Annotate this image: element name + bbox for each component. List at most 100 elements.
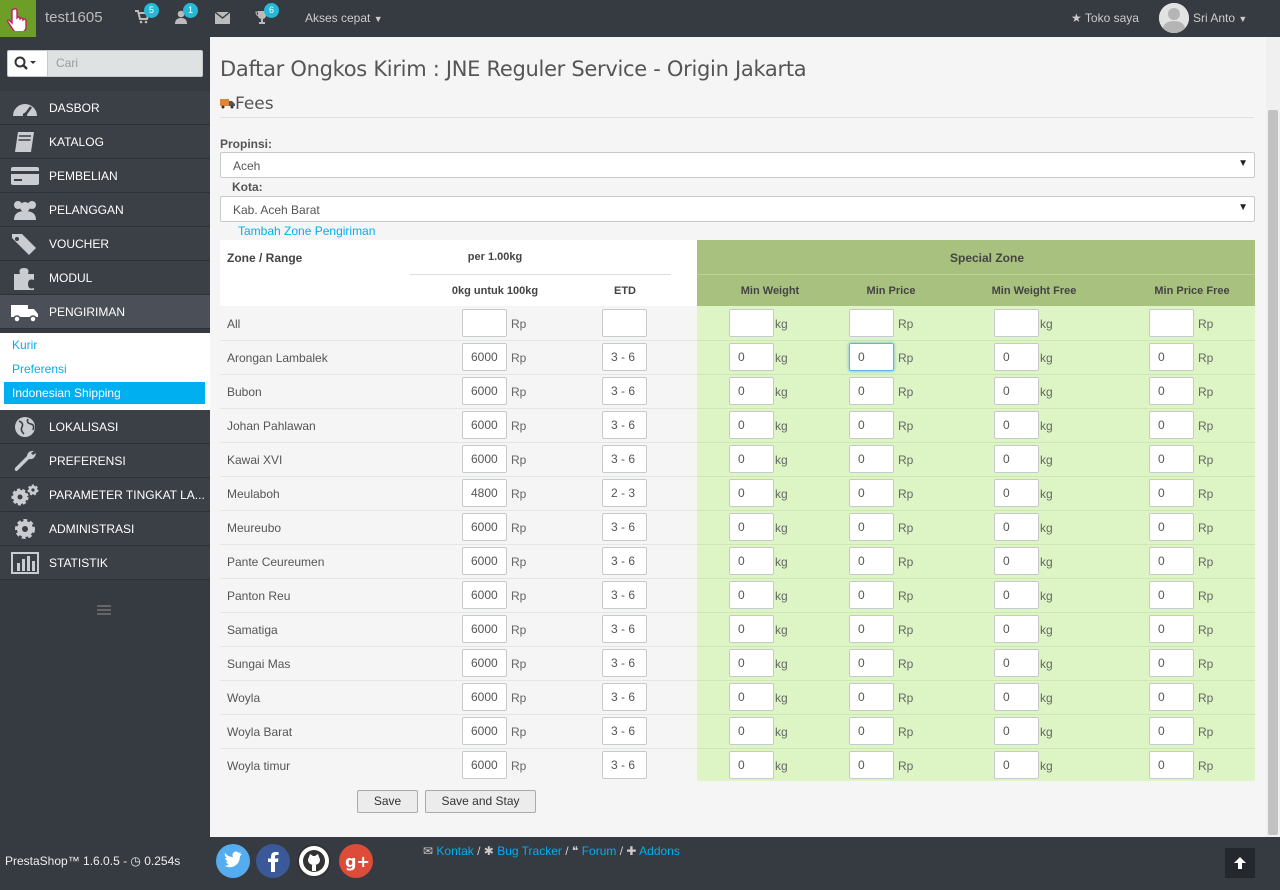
- min-weight-free-input[interactable]: 0: [994, 411, 1039, 439]
- my-shop-link[interactable]: ★ Toko saya: [1071, 11, 1139, 25]
- menu-item-stats[interactable]: STATISTIK: [0, 546, 210, 580]
- etd-input[interactable]: 3 - 6: [602, 717, 647, 745]
- menu-item-orders[interactable]: PEMBELIAN: [0, 159, 210, 193]
- etd-input[interactable]: 3 - 6: [602, 411, 647, 439]
- price-input[interactable]: 4800: [462, 479, 507, 507]
- min-weight-free-input[interactable]: 0: [994, 479, 1039, 507]
- min-price-input[interactable]: 0: [849, 547, 894, 575]
- min-price-free-input[interactable]: 0: [1149, 445, 1194, 473]
- min-price-input[interactable]: 0: [849, 717, 894, 745]
- min-weight-input[interactable]: 0: [729, 513, 774, 541]
- submenu-preferences[interactable]: Preferensi: [4, 358, 205, 380]
- min-weight-free-input[interactable]: 0: [994, 445, 1039, 473]
- price-input[interactable]: 6000: [462, 445, 507, 473]
- min-weight-input[interactable]: 0: [729, 581, 774, 609]
- min-weight-input[interactable]: 0: [729, 547, 774, 575]
- min-price-free-input[interactable]: 0: [1149, 751, 1194, 779]
- min-weight-free-input[interactable]: 0: [994, 377, 1039, 405]
- etd-input[interactable]: [602, 309, 647, 337]
- min-weight-free-input[interactable]: 0: [994, 751, 1039, 779]
- quick-access-menu[interactable]: Akses cepat ▼: [305, 11, 383, 25]
- submenu-indonesian-shipping[interactable]: Indonesian Shipping: [4, 382, 205, 404]
- google-plus-icon[interactable]: g+: [339, 844, 373, 878]
- min-weight-free-input[interactable]: 0: [994, 717, 1039, 745]
- facebook-icon[interactable]: [256, 844, 290, 878]
- min-price-free-input[interactable]: 0: [1149, 649, 1194, 677]
- etd-input[interactable]: 3 - 6: [602, 581, 647, 609]
- min-price-input[interactable]: 0: [849, 479, 894, 507]
- menu-item-localization[interactable]: LOKALISASI: [0, 410, 210, 444]
- price-input[interactable]: 6000: [462, 717, 507, 745]
- min-price-input[interactable]: 0: [849, 649, 894, 677]
- min-weight-input[interactable]: 0: [729, 683, 774, 711]
- min-price-free-input[interactable]: 0: [1149, 615, 1194, 643]
- min-weight-free-input[interactable]: 0: [994, 649, 1039, 677]
- price-input[interactable]: 6000: [462, 343, 507, 371]
- menu-item-administration[interactable]: ADMINISTRASI: [0, 512, 210, 546]
- user-icon[interactable]: 1: [174, 3, 198, 26]
- min-weight-free-input[interactable]: [994, 309, 1039, 337]
- forum-link[interactable]: Forum: [582, 844, 617, 858]
- price-input[interactable]: 6000: [462, 649, 507, 677]
- trophy-icon[interactable]: 6: [255, 3, 279, 26]
- min-price-input[interactable]: 0: [849, 581, 894, 609]
- min-price-free-input[interactable]: 0: [1149, 411, 1194, 439]
- min-weight-free-input[interactable]: 0: [994, 513, 1039, 541]
- min-price-free-input[interactable]: 0: [1149, 683, 1194, 711]
- min-price-input[interactable]: 0: [849, 683, 894, 711]
- min-weight-input[interactable]: [729, 309, 774, 337]
- hand-pointer-icon[interactable]: [0, 0, 36, 37]
- min-weight-input[interactable]: 0: [729, 445, 774, 473]
- price-input[interactable]: 6000: [462, 513, 507, 541]
- price-input[interactable]: 6000: [462, 547, 507, 575]
- etd-input[interactable]: 3 - 6: [602, 343, 647, 371]
- etd-input[interactable]: 3 - 6: [602, 649, 647, 677]
- etd-input[interactable]: 3 - 6: [602, 615, 647, 643]
- menu-item-dashboard[interactable]: DASBOR: [0, 91, 210, 125]
- min-weight-input[interactable]: 0: [729, 377, 774, 405]
- menu-item-voucher[interactable]: VOUCHER: [0, 227, 210, 261]
- min-price-input[interactable]: 0: [849, 751, 894, 779]
- submenu-carriers[interactable]: Kurir: [4, 334, 205, 356]
- province-select[interactable]: Aceh ▼: [220, 152, 1255, 178]
- min-price-input[interactable]: 0: [849, 513, 894, 541]
- menu-item-preferences[interactable]: PREFERENSI: [0, 444, 210, 478]
- github-icon[interactable]: [297, 844, 331, 878]
- min-price-input[interactable]: 0: [849, 615, 894, 643]
- menu-item-shipping[interactable]: PENGIRIMAN: [0, 295, 210, 329]
- min-price-free-input[interactable]: 0: [1149, 717, 1194, 745]
- min-weight-input[interactable]: 0: [729, 717, 774, 745]
- min-weight-input[interactable]: 0: [729, 751, 774, 779]
- save-and-stay-button[interactable]: Save and Stay: [425, 790, 536, 813]
- min-weight-free-input[interactable]: 0: [994, 581, 1039, 609]
- min-price-free-input[interactable]: 0: [1149, 377, 1194, 405]
- bug-tracker-link[interactable]: Bug Tracker: [497, 844, 562, 858]
- min-price-input[interactable]: [849, 309, 894, 337]
- min-weight-input[interactable]: 0: [729, 411, 774, 439]
- menu-item-customers[interactable]: PELANGGAN: [0, 193, 210, 227]
- twitter-icon[interactable]: [216, 844, 250, 878]
- min-weight-input[interactable]: 0: [729, 479, 774, 507]
- min-price-free-input[interactable]: 0: [1149, 479, 1194, 507]
- etd-input[interactable]: 3 - 6: [602, 751, 647, 779]
- etd-input[interactable]: 3 - 6: [602, 445, 647, 473]
- scroll-top-button[interactable]: [1225, 848, 1255, 878]
- min-price-free-input[interactable]: 0: [1149, 343, 1194, 371]
- min-weight-free-input[interactable]: 0: [994, 343, 1039, 371]
- min-price-free-input[interactable]: 0: [1149, 581, 1194, 609]
- menu-item-modules[interactable]: MODUL: [0, 261, 210, 295]
- user-menu[interactable]: Sri Anto ▼: [1193, 11, 1247, 25]
- scrollbar-thumb[interactable]: [1268, 110, 1278, 835]
- min-price-input[interactable]: 0: [849, 445, 894, 473]
- menu-item-catalog[interactable]: KATALOG: [0, 125, 210, 159]
- min-weight-free-input[interactable]: 0: [994, 547, 1039, 575]
- min-price-free-input[interactable]: 0: [1149, 547, 1194, 575]
- search-input[interactable]: Cari: [56, 56, 78, 70]
- menu-item-advanced-parameters[interactable]: PARAMETER TINGKAT LA...: [0, 478, 210, 512]
- etd-input[interactable]: 3 - 6: [602, 547, 647, 575]
- min-price-free-input[interactable]: [1149, 309, 1194, 337]
- price-input[interactable]: 6000: [462, 683, 507, 711]
- avatar[interactable]: [1159, 3, 1189, 33]
- shop-name[interactable]: test1605: [45, 9, 103, 26]
- min-weight-input[interactable]: 0: [729, 649, 774, 677]
